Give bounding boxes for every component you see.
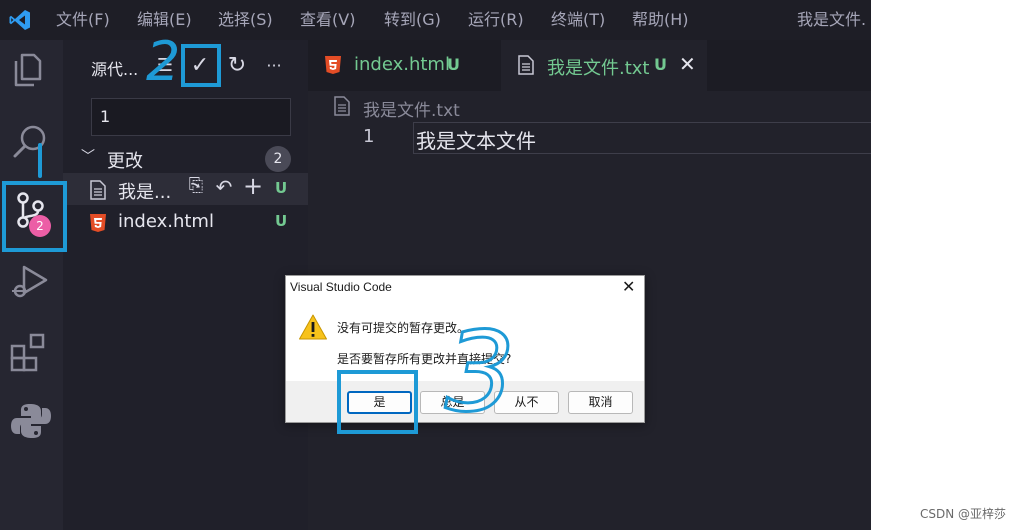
annotation-strokes: 2 3 [38,30,517,438]
annotation-step2-number: 2 [146,30,180,93]
annotation-step3-number: 3 [445,308,515,436]
watermark: CSDN @亚梓莎 [920,507,1007,521]
